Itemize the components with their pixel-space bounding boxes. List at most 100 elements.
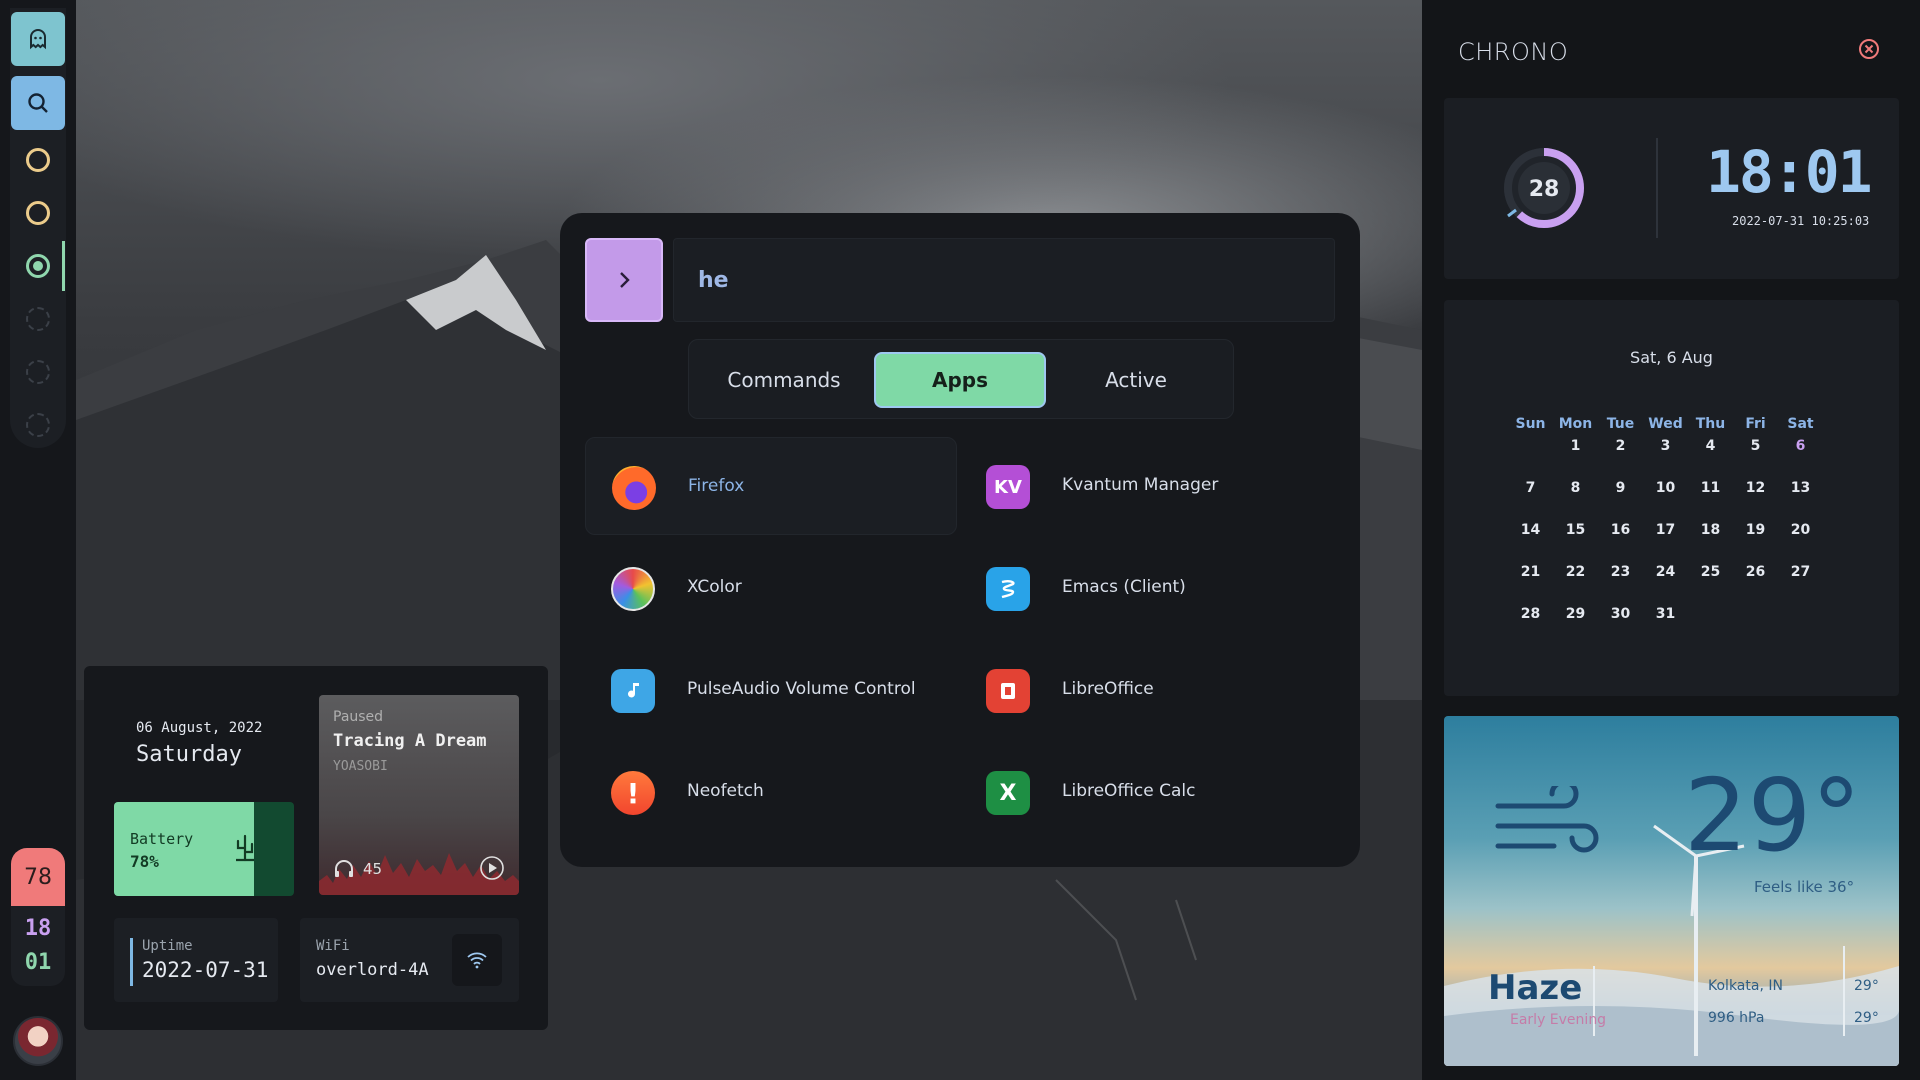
app-item-firefox[interactable]: Firefox: [585, 437, 957, 535]
neofetch-icon: !: [611, 771, 655, 815]
launcher-tabs: Commands Apps Active: [688, 339, 1234, 419]
weather-high: 29°: [1854, 978, 1879, 994]
calendar: Sat, 6 Aug Sun Mon Tue Wed Thu Fri Sat 1 2 3 4 5 6 7 8…: [1444, 300, 1899, 696]
emacs-icon: [986, 567, 1030, 611]
weather-card: 29° Feels like 36° Haze Early Evening Ko…: [1444, 716, 1899, 1066]
music-status: Paused: [333, 709, 384, 725]
calendar-day[interactable]: 13: [1778, 478, 1823, 520]
app-launcher: Commands Apps Active Firefox KV Kvantum …: [560, 213, 1360, 867]
calendar-day[interactable]: 16: [1598, 520, 1643, 562]
calendar-day[interactable]: 1: [1553, 436, 1598, 478]
chrono-panel: CHRONO 28 18:01 2022-07-31 10:25:03 Sat,…: [1422, 0, 1920, 1080]
tab-apps[interactable]: Apps: [874, 352, 1046, 408]
calendar-day[interactable]: 10: [1643, 478, 1688, 520]
battery-widget: Battery 78%: [114, 802, 294, 896]
calendar-day[interactable]: 20: [1778, 520, 1823, 562]
calendar-day-today[interactable]: 6: [1778, 436, 1823, 478]
app-item-neofetch[interactable]: ! Neofetch: [585, 743, 957, 841]
calendar-day-name: Sat: [1787, 416, 1814, 432]
clock-divider: [1656, 138, 1658, 238]
cactus-icon: [236, 834, 254, 862]
calendar-day[interactable]: 9: [1598, 478, 1643, 520]
ring-value: 28: [1529, 177, 1560, 202]
calendar-day[interactable]: 18: [1688, 520, 1733, 562]
calendar-day-name: Fri: [1745, 416, 1766, 432]
uptime-accent: [130, 938, 133, 986]
battery-value: 78%: [130, 852, 159, 871]
calendar-day[interactable]: 25: [1688, 562, 1733, 604]
clock-time: 18:01: [1706, 138, 1873, 206]
calendar-day[interactable]: 12: [1733, 478, 1778, 520]
calendar-day-name: Mon: [1558, 416, 1593, 432]
calendar-day[interactable]: 4: [1688, 436, 1733, 478]
wifi-widget: WiFi overlord-4A: [300, 918, 519, 1002]
calendar-day[interactable]: 15: [1553, 520, 1598, 562]
launcher-search-input[interactable]: [674, 239, 1334, 321]
calendar-day[interactable]: 21: [1508, 562, 1553, 604]
calendar-day[interactable]: 17: [1643, 520, 1688, 562]
app-label: Emacs (Client): [1062, 577, 1186, 597]
music-widget: Paused Tracing A Dream YOASOBI 45: [319, 695, 519, 895]
weather-feels: Feels like 36°: [1754, 878, 1855, 896]
calendar-day[interactable]: 11: [1688, 478, 1733, 520]
weather-condition: Haze: [1488, 968, 1583, 1008]
calendar-day-name: Tue: [1606, 416, 1635, 432]
calendar-day: [1688, 604, 1733, 646]
progress-ring: 28: [1504, 148, 1584, 228]
close-icon[interactable]: [1858, 38, 1880, 60]
calendar-day[interactable]: 31: [1643, 604, 1688, 646]
workspace-5[interactable]: [26, 360, 50, 384]
wifi-label: WiFi: [316, 938, 350, 954]
app-item-pulseaudio[interactable]: PulseAudio Volume Control: [585, 641, 957, 739]
app-item-libreoffice[interactable]: LibreOffice: [960, 641, 1332, 739]
tab-active[interactable]: Active: [1050, 352, 1222, 408]
calendar-day[interactable]: 14: [1508, 520, 1553, 562]
calendar-day[interactable]: 8: [1553, 478, 1598, 520]
battery-label: Battery: [130, 830, 194, 848]
app-item-libreoffice-calc[interactable]: X LibreOffice Calc: [960, 743, 1332, 841]
app-item-xcolor[interactable]: XColor: [585, 539, 957, 637]
workspace-4[interactable]: [26, 307, 50, 331]
widget-day: Saturday: [136, 742, 242, 767]
weather-pressure: 996 hPa: [1708, 1010, 1765, 1026]
calendar-day[interactable]: 22: [1553, 562, 1598, 604]
workspace-1[interactable]: [26, 148, 50, 172]
music-artist: YOASOBI: [333, 759, 388, 774]
calendar-day[interactable]: 3: [1643, 436, 1688, 478]
tab-commands[interactable]: Commands: [698, 352, 870, 408]
workspace-3-active[interactable]: [26, 254, 50, 278]
dock-clock-minute: 01: [24, 950, 52, 975]
clock-card: 28 18:01 2022-07-31 10:25:03: [1444, 98, 1899, 279]
calendar-day[interactable]: 19: [1733, 520, 1778, 562]
workspace-2[interactable]: [26, 201, 50, 225]
ghost-launcher-button[interactable]: [11, 12, 65, 66]
calendar-day[interactable]: 29: [1553, 604, 1598, 646]
play-icon[interactable]: [479, 855, 505, 881]
app-item-emacs[interactable]: Emacs (Client): [960, 539, 1332, 637]
calendar-day[interactable]: 23: [1598, 562, 1643, 604]
headphones-icon: [335, 860, 353, 877]
libreoffice-calc-icon: X: [986, 771, 1030, 815]
calendar-day[interactable]: 26: [1733, 562, 1778, 604]
calendar-day[interactable]: 5: [1733, 436, 1778, 478]
calendar-day[interactable]: 28: [1508, 604, 1553, 646]
calendar-day[interactable]: 7: [1508, 478, 1553, 520]
wifi-icon: [467, 952, 487, 969]
weather-location: Kolkata, IN: [1708, 978, 1783, 994]
xcolor-icon: [611, 567, 655, 611]
search-button[interactable]: [11, 76, 65, 130]
app-label: Firefox: [688, 476, 745, 496]
avatar[interactable]: [13, 1016, 63, 1066]
calendar-day[interactable]: 2: [1598, 436, 1643, 478]
workspace-6[interactable]: [26, 413, 50, 437]
wifi-button[interactable]: [452, 934, 502, 986]
app-label: XColor: [687, 577, 742, 597]
calendar-day[interactable]: 24: [1643, 562, 1688, 604]
app-item-kvantum[interactable]: KV Kvantum Manager: [960, 437, 1332, 535]
calendar-day[interactable]: 30: [1598, 604, 1643, 646]
search-icon: [28, 93, 48, 113]
firefox-icon: [612, 466, 656, 510]
calendar-day[interactable]: 27: [1778, 562, 1823, 604]
search-box[interactable]: [673, 238, 1335, 322]
prompt-button[interactable]: [585, 238, 663, 322]
